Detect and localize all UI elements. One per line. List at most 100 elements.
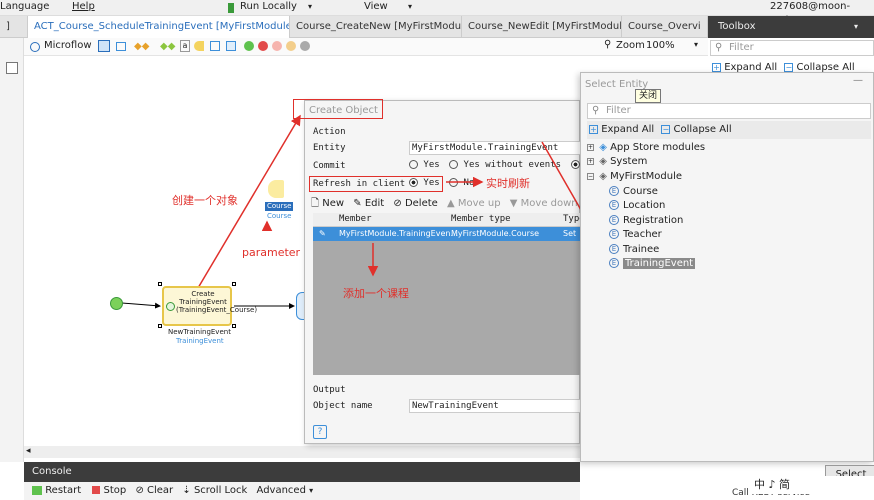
selection-handle[interactable] bbox=[158, 282, 162, 286]
tree-entity-course[interactable]: E Course bbox=[609, 185, 658, 199]
pointer-tool-icon[interactable] bbox=[98, 40, 110, 52]
tree-node-system[interactable]: + ◈ System bbox=[587, 155, 647, 169]
tree-entity-registration[interactable]: E Registration bbox=[609, 214, 683, 228]
zoom-icon: ⚲ bbox=[604, 39, 612, 50]
flow-start-to-create bbox=[121, 302, 161, 309]
tree-node-app-store[interactable]: + ◈ App Store modules bbox=[587, 141, 705, 155]
module-icon: ◈ bbox=[599, 156, 607, 167]
delete-icon: ⊘ bbox=[393, 198, 402, 209]
microflow-toolbar: Microflow ◆◆ ◆◆ a ⚲ Zoom 100% ▾ bbox=[24, 38, 708, 56]
selection-handle[interactable] bbox=[158, 324, 162, 328]
select-entity-dialog: Select Entity — 关闭 ⚲ Filter + Expand All… bbox=[580, 72, 874, 485]
object-name-field[interactable]: NewTrainingEvent bbox=[409, 399, 581, 413]
collapse-all-button[interactable]: Collapse All bbox=[674, 124, 732, 135]
action-tool-icon[interactable] bbox=[226, 41, 236, 51]
microflow-title: Microflow bbox=[44, 40, 92, 51]
tab-act-course-schedule[interactable]: ACT_Course_ScheduleTrainingEvent [MyFirs… bbox=[28, 16, 290, 38]
split-tool-icon[interactable]: ◆◆ bbox=[134, 41, 149, 52]
toolbox-title: Toolbox bbox=[718, 21, 756, 32]
run-dropdown-icon[interactable]: ▾ bbox=[308, 0, 312, 14]
tree-entity-teacher[interactable]: E Teacher bbox=[609, 228, 662, 242]
toolbox-filter[interactable]: ⚲ Filter bbox=[710, 40, 874, 56]
tab-course-overview[interactable]: Course_Overvi bbox=[622, 16, 708, 38]
refresh-label: Refresh in client bbox=[313, 179, 406, 189]
minimize-icon[interactable]: — bbox=[853, 75, 863, 86]
create-object-activity[interactable]: Create TrainingEvent (TrainingEvent_Cour… bbox=[162, 286, 257, 326]
restart-icon bbox=[32, 485, 42, 495]
activity-variable: NewTrainingEvent bbox=[168, 328, 231, 336]
tree-collapse-icon[interactable]: − bbox=[587, 172, 594, 180]
ime-toolbar[interactable]: 中 ♪ 简 bbox=[748, 476, 874, 494]
annotation-add-course: 添加一个课程 bbox=[343, 287, 409, 300]
start-event[interactable] bbox=[110, 297, 123, 310]
parameter-icon[interactable] bbox=[268, 180, 284, 198]
expand-all-icon: + bbox=[712, 62, 721, 72]
zoom-value[interactable]: 100% bbox=[646, 40, 675, 51]
end-event-icon[interactable] bbox=[258, 41, 268, 51]
run-locally-button[interactable]: Run Locally bbox=[240, 0, 297, 14]
tab-course-newedit[interactable]: Course_NewEdit [MyFirstModule] bbox=[462, 16, 622, 38]
commit-yes-no-events-radio[interactable] bbox=[449, 160, 459, 169]
continue-event-icon[interactable] bbox=[286, 41, 296, 51]
tree-entity-location[interactable]: E Location bbox=[609, 199, 665, 213]
parameter-label[interactable]: Course bbox=[265, 202, 294, 211]
move-up-icon: ▲ bbox=[447, 198, 455, 209]
console-header: Console bbox=[24, 462, 580, 482]
delete-button[interactable]: Delete bbox=[405, 198, 438, 209]
tree-expand-icon[interactable]: + bbox=[587, 143, 594, 151]
toolbox-menu-icon[interactable]: ▾ bbox=[854, 16, 858, 38]
column-member[interactable]: Member bbox=[339, 213, 372, 226]
tree-node-myfirstmodule[interactable]: − ◈ MyFirstModule bbox=[587, 170, 682, 184]
selection-handle[interactable] bbox=[232, 282, 236, 286]
collapse-all-icon: − bbox=[784, 62, 794, 72]
entity-filter-input[interactable]: ⚲ Filter bbox=[587, 103, 871, 119]
search-icon: ⚲ bbox=[715, 42, 723, 53]
break-event-icon[interactable] bbox=[300, 41, 310, 51]
loop-tool-icon[interactable] bbox=[210, 41, 220, 51]
help-icon[interactable]: ? bbox=[313, 425, 327, 439]
edit-button[interactable]: Edit bbox=[365, 198, 384, 209]
tree-expand-icon[interactable]: + bbox=[587, 157, 594, 165]
commit-yes-radio[interactable] bbox=[409, 160, 418, 169]
scroll-left-icon[interactable]: ◂ bbox=[26, 446, 31, 456]
scroll-lock-button[interactable]: Scroll Lock bbox=[194, 485, 247, 496]
expand-all-button[interactable]: Expand All bbox=[601, 124, 654, 135]
merge-tool-icon[interactable]: ◆◆ bbox=[160, 41, 175, 52]
zoom-dropdown-icon[interactable]: ▾ bbox=[694, 40, 698, 49]
annotation-refresh: 实时刷新 bbox=[486, 177, 530, 190]
start-event-icon[interactable] bbox=[244, 41, 254, 51]
error-event-icon[interactable] bbox=[272, 41, 282, 51]
stop-button[interactable]: Stop bbox=[104, 485, 127, 496]
grid-icon[interactable] bbox=[6, 62, 18, 74]
new-button[interactable]: New bbox=[322, 198, 344, 209]
view-menu[interactable]: View bbox=[364, 0, 388, 14]
restart-button[interactable]: Restart bbox=[45, 485, 81, 496]
start-tool-icon[interactable] bbox=[194, 41, 204, 51]
refresh-yes-radio[interactable] bbox=[409, 178, 418, 187]
move-up-button[interactable]: Move up bbox=[458, 198, 501, 209]
module-icon: ◈ bbox=[599, 142, 607, 153]
advanced-dropdown-icon[interactable]: ▾ bbox=[309, 486, 313, 495]
selection-handle[interactable] bbox=[232, 324, 236, 328]
tree-node-label: MyFirstModule bbox=[610, 171, 683, 182]
entity-tree: + ◈ App Store modules + ◈ System − ◈ MyF… bbox=[587, 141, 871, 277]
dialog-title: Create Object bbox=[309, 105, 378, 116]
tree-entity-trainee[interactable]: E Trainee bbox=[609, 243, 659, 257]
advanced-menu[interactable]: Advanced bbox=[257, 485, 306, 496]
clear-icon: ⊘ bbox=[135, 485, 144, 496]
tab-prev[interactable]: ] bbox=[0, 16, 28, 38]
menu-help[interactable]: Help bbox=[72, 0, 95, 14]
commit-yes-label: Yes bbox=[423, 160, 440, 170]
row-member: MyFirstModule.TrainingEven... bbox=[339, 229, 459, 238]
clear-button[interactable]: Clear bbox=[147, 485, 173, 496]
view-dropdown-icon[interactable]: ▾ bbox=[408, 0, 412, 14]
parameter-tool-icon[interactable] bbox=[116, 42, 126, 51]
menu-language[interactable]: Language bbox=[0, 0, 49, 14]
annotation-tool-icon[interactable]: a bbox=[180, 40, 190, 52]
stop-icon bbox=[92, 486, 101, 494]
tree-entity-trainingevent[interactable]: E TrainingEvent bbox=[609, 257, 696, 271]
entity-label: TrainingEvent bbox=[623, 258, 696, 269]
tab-course-createnew[interactable]: Course_CreateNew [MyFirstModule] bbox=[290, 16, 462, 38]
action-group-label: Action bbox=[313, 127, 346, 137]
column-member-type[interactable]: Member type bbox=[451, 213, 511, 226]
